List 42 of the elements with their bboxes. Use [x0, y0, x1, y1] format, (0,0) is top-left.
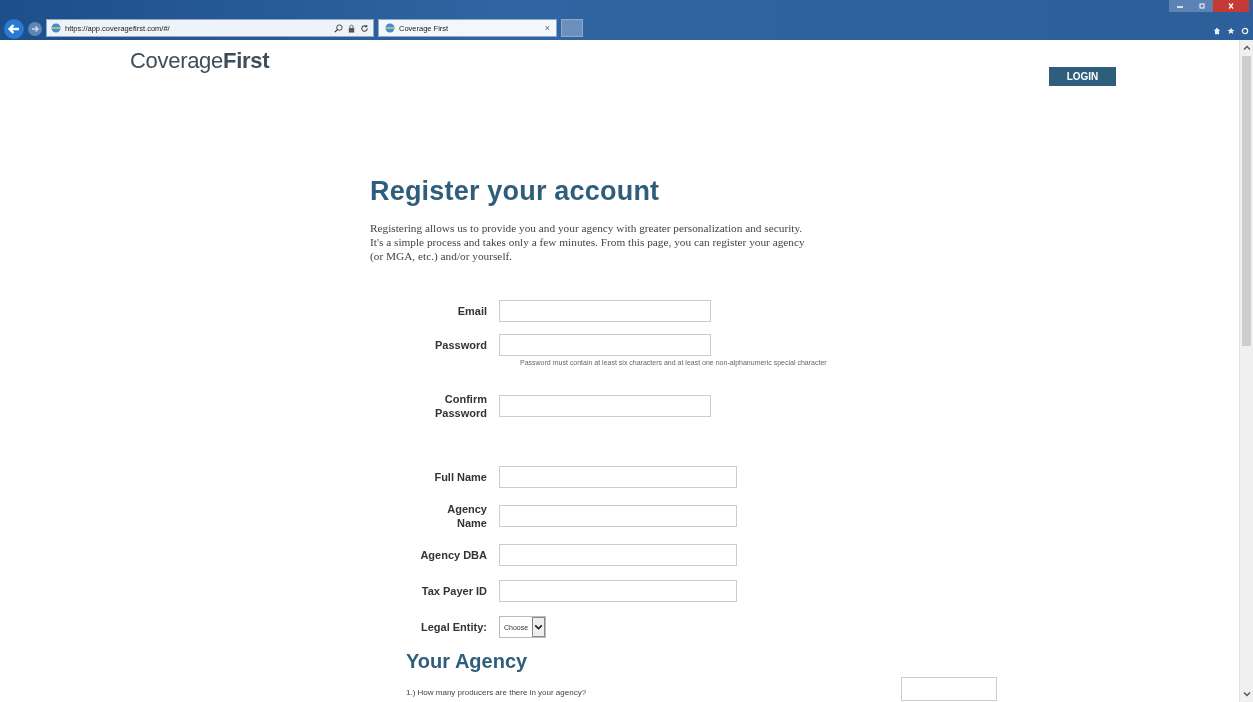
- field-label: Agency DBA: [419, 548, 487, 562]
- lock-icon[interactable]: [347, 23, 356, 33]
- input-field[interactable]: [499, 395, 711, 417]
- intro-paragraph: Registering allows us to provide you and your agency with greater personalization and security. It's a simple process and takes only a few minutes. From this page, you can register your agency (or MGA, etc.) and/or yourself.: [370, 221, 806, 263]
- input-field[interactable]: [499, 505, 737, 527]
- caret-icon: [532, 617, 546, 637]
- login-button[interactable]: LOGIN: [1049, 67, 1116, 86]
- minimize-icon: [1175, 3, 1185, 9]
- forward-icon[interactable]: [28, 22, 42, 36]
- back-icon[interactable]: [4, 19, 24, 39]
- maximize-button[interactable]: [1191, 0, 1213, 12]
- close-button[interactable]: [1213, 0, 1249, 12]
- question-text: 1.) How many producers are there in your agency?: [406, 688, 588, 697]
- refresh-icon[interactable]: [360, 23, 369, 33]
- star-icon[interactable]: [1227, 27, 1235, 35]
- field-label: Password: [434, 338, 487, 352]
- field-label: Tax Payer ID: [420, 584, 487, 598]
- scroll-down-icon[interactable]: [1241, 689, 1252, 699]
- input-field[interactable]: [499, 466, 737, 488]
- field-label: Full Name: [433, 470, 487, 484]
- page-title: Register your account: [370, 176, 661, 207]
- logo[interactable]: CoverageFirst: [130, 48, 270, 74]
- tab-close[interactable]: ×: [544, 23, 550, 33]
- globe-icon: [385, 23, 395, 33]
- maximize-icon: [1197, 3, 1207, 9]
- field-label: Legal Entity:: [420, 620, 487, 634]
- input-field[interactable]: [499, 334, 711, 356]
- input-field[interactable]: [499, 544, 737, 566]
- answer-field[interactable]: [901, 677, 997, 701]
- section-title: Your Agency: [406, 650, 529, 673]
- input-field[interactable]: [499, 580, 737, 602]
- input-field[interactable]: [499, 300, 711, 322]
- globe-icon: [51, 23, 61, 33]
- field-label: Email: [456, 304, 487, 318]
- settings-icon[interactable]: [1241, 27, 1249, 35]
- field-label: Confirm Password: [434, 392, 487, 420]
- close-icon: [1226, 3, 1236, 9]
- minimize-button[interactable]: [1169, 0, 1191, 12]
- field-label: Agency Name: [446, 502, 487, 530]
- search-icon[interactable]: [334, 23, 343, 33]
- scroll-up-icon[interactable]: [1241, 43, 1252, 53]
- home-icon[interactable]: [1213, 27, 1221, 35]
